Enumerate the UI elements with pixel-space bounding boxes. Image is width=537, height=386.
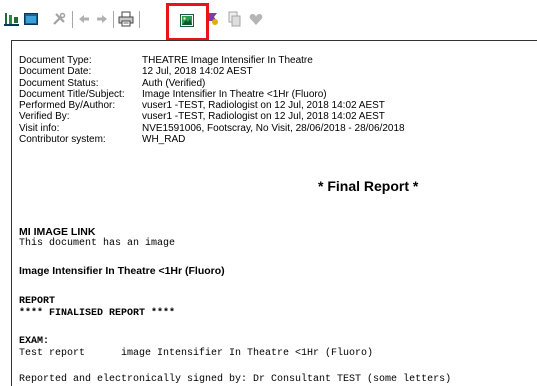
document-panel: Document Type: THEATRE Image Intensifier… bbox=[11, 40, 537, 386]
heart-icon[interactable] bbox=[249, 11, 263, 27]
final-report-heading: * Final Report * bbox=[318, 178, 419, 194]
meta-value: 12 Jul, 2018 14:02 AEST bbox=[142, 66, 253, 78]
back-arrow-icon[interactable] bbox=[78, 11, 90, 27]
toolbar-separator bbox=[113, 11, 114, 28]
meta-row-document-status: Document Status: Auth (Verified) bbox=[19, 78, 405, 89]
window-icon[interactable] bbox=[24, 11, 38, 27]
meta-row-visit-info: Visit info: NVE1591006, Footscray, No Vi… bbox=[19, 123, 405, 134]
meta-label: Visit info: bbox=[19, 122, 60, 134]
meta-label: Document Type: bbox=[19, 55, 92, 66]
meta-value: WH_RAD bbox=[142, 134, 186, 146]
report-heading: REPORT bbox=[19, 296, 56, 307]
meta-row-contributor-system: Contributor system: WH_RAD bbox=[19, 134, 405, 145]
mi-image-link-heading: MI IMAGE LINK bbox=[19, 226, 96, 238]
meta-label: Performed By/Author: bbox=[19, 100, 116, 112]
meta-label: Document Date: bbox=[19, 66, 92, 78]
toolbar-separator bbox=[139, 11, 140, 28]
toolbar-separator bbox=[72, 11, 73, 28]
toolbar bbox=[0, 0, 537, 41]
document-metadata: Document Type: THEATRE Image Intensifier… bbox=[19, 55, 405, 145]
exam-heading: EXAM: bbox=[19, 336, 50, 347]
meta-value: vuser1 -TEST, Radiologist on 12 Jul, 201… bbox=[142, 111, 385, 123]
meta-row-document-type: Document Type: THEATRE Image Intensifier… bbox=[19, 55, 405, 66]
highlight-box bbox=[166, 3, 209, 41]
meta-row-document-title: Document Title/Subject: Image Intensifie… bbox=[19, 89, 405, 100]
exam-line: Test report image Intensifier In Theatre… bbox=[19, 348, 374, 359]
signed-line: Reported and electronically signed by: D… bbox=[19, 374, 452, 385]
forward-arrow-icon[interactable] bbox=[96, 11, 108, 27]
meta-row-verified-by: Verified By: vuser1 -TEST, Radiologist o… bbox=[19, 111, 405, 122]
meta-value: Auth (Verified) bbox=[142, 77, 206, 89]
meta-label: Contributor system: bbox=[19, 134, 106, 146]
meta-value: vuser1 -TEST, Radiologist on 12 Jul, 201… bbox=[142, 100, 385, 112]
meta-row-performed-by: Performed By/Author: vuser1 -TEST, Radio… bbox=[19, 100, 405, 111]
meta-value: Image Intensifier In Theatre <1Hr (Fluor… bbox=[142, 88, 327, 100]
print-icon[interactable] bbox=[118, 11, 134, 27]
app-icon[interactable] bbox=[4, 11, 20, 27]
finalised-banner: **** FINALISED REPORT **** bbox=[19, 308, 176, 319]
meta-row-document-date: Document Date: 12 Jul, 2018 14:02 AEST bbox=[19, 66, 405, 77]
image-note: This document has an image bbox=[19, 238, 176, 249]
meta-label: Document Title/Subject: bbox=[19, 88, 125, 100]
exam-title: Image Intensifier In Theatre <1Hr (Fluor… bbox=[19, 265, 225, 277]
meta-value: THEATRE Image Intensifier In Theatre bbox=[142, 55, 313, 66]
meta-value: NVE1591006, Footscray, No Visit, 28/06/2… bbox=[142, 122, 405, 134]
meta-label: Verified By: bbox=[19, 111, 70, 123]
meta-label: Document Status: bbox=[19, 77, 99, 89]
copy-icon[interactable] bbox=[228, 11, 242, 27]
tools-icon[interactable] bbox=[52, 11, 66, 27]
